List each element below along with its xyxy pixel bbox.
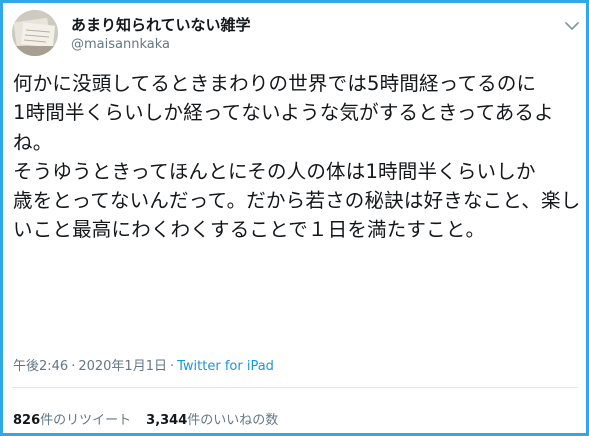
user-handle[interactable]: @maisannkaka bbox=[71, 37, 170, 52]
chevron-down-icon[interactable] bbox=[564, 17, 580, 30]
tweet-date[interactable]: 2020年1月1日 bbox=[78, 359, 167, 374]
divider bbox=[12, 387, 578, 388]
meta-separator: · bbox=[71, 359, 76, 374]
display-name[interactable]: あまり知られていない雑学 bbox=[71, 14, 251, 35]
tweet-stats: 826件のリツイート 3,344件のいいねの数 bbox=[13, 409, 278, 428]
likes-label: 件のいいねの数 bbox=[187, 413, 279, 428]
meta-separator-2: · bbox=[169, 359, 175, 374]
retweets-label: 件のリツイート bbox=[40, 413, 132, 428]
tweet-text: 何かに没頭してるときまわりの世界では5時間経ってるのに 1時間半くらいしか経って… bbox=[13, 72, 581, 242]
likes-stat[interactable]: 3,344件のいいねの数 bbox=[146, 413, 278, 428]
avatar-image bbox=[12, 10, 58, 56]
tweet-card: あまり知られていない雑学 @maisannkaka 何かに没頭してるときまわりの… bbox=[0, 0, 589, 436]
tweet-source-link[interactable]: Twitter for iPad bbox=[177, 359, 274, 374]
avatar[interactable] bbox=[12, 10, 58, 56]
likes-count: 3,344 bbox=[146, 413, 188, 428]
retweets-stat[interactable]: 826件のリツイート bbox=[13, 413, 131, 428]
tweet-time[interactable]: 午後2:46 bbox=[13, 359, 68, 374]
tweet-timestamp: 午後2:46 · 2020年1月1日 · Twitter for iPad bbox=[13, 355, 274, 374]
retweets-count: 826 bbox=[13, 413, 41, 428]
